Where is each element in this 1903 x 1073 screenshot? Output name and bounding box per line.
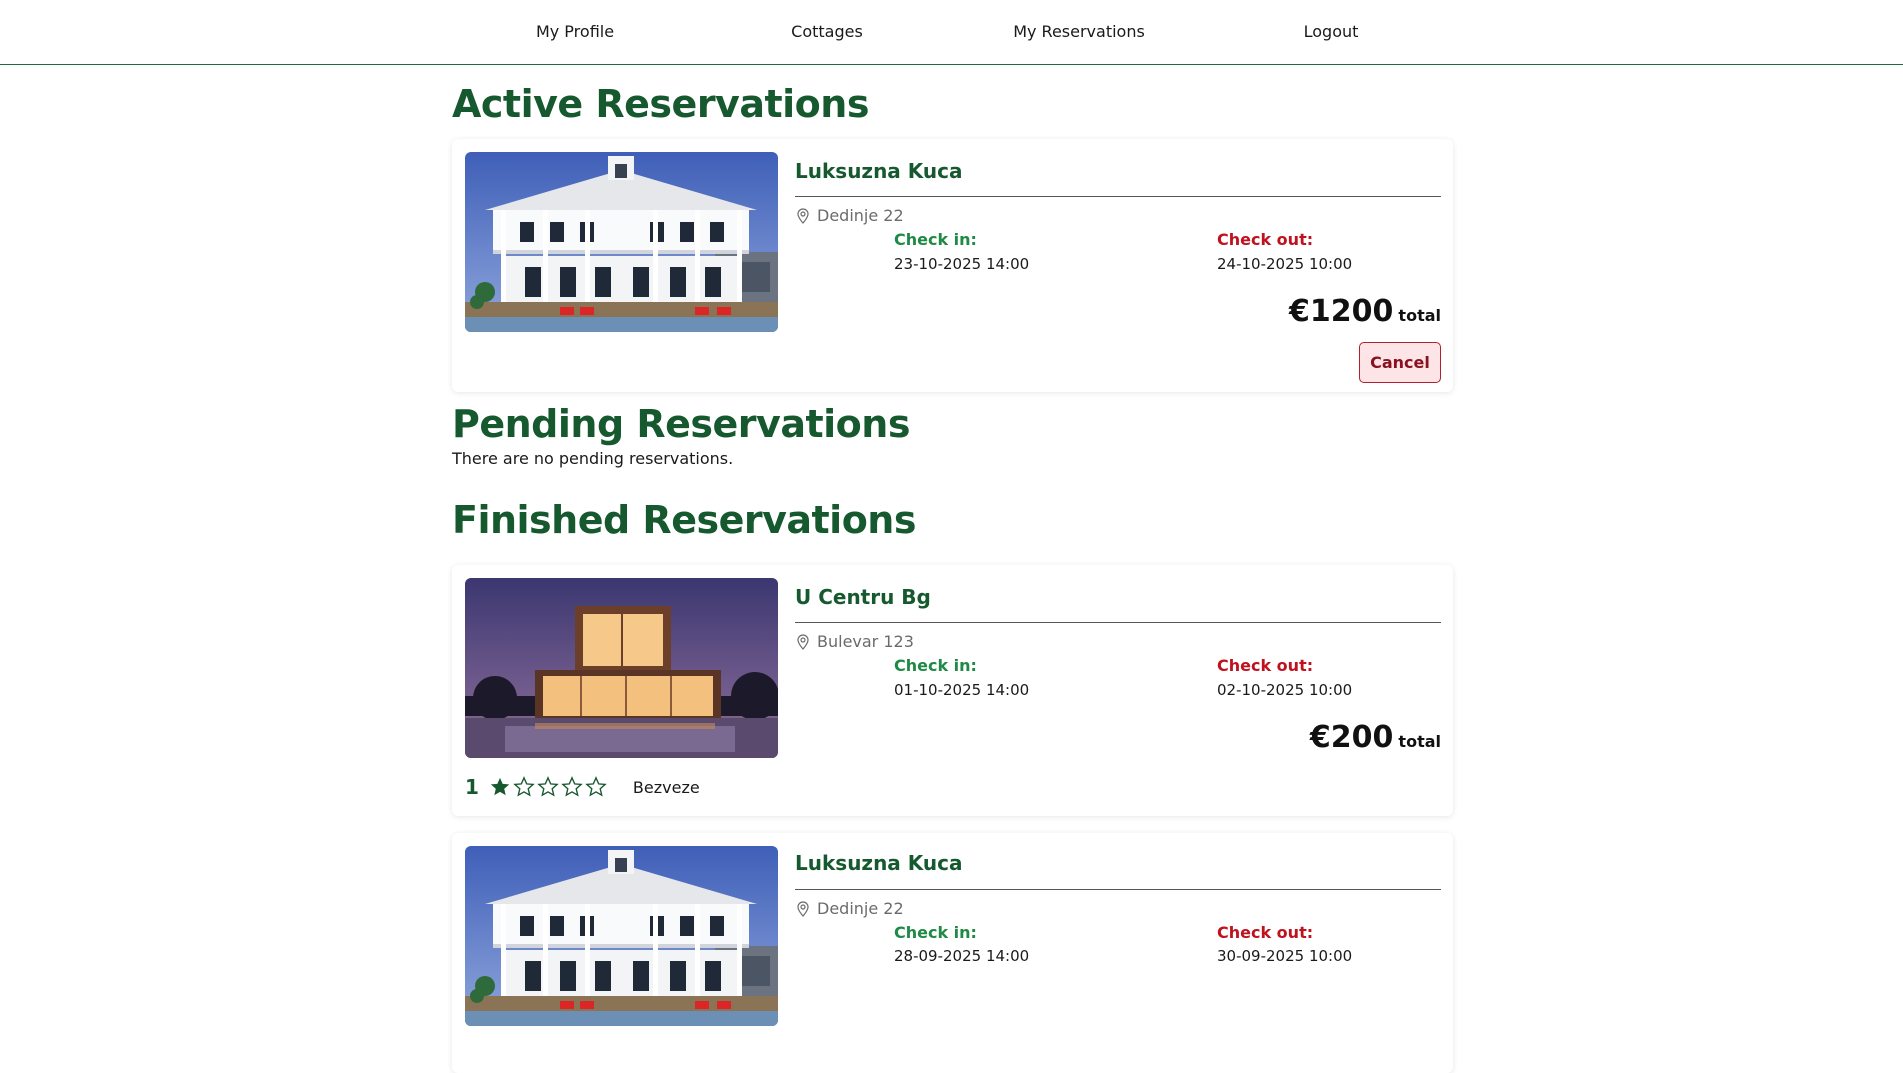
review-comment: Bezveze xyxy=(632,777,700,797)
price-amount: €1200 xyxy=(1289,294,1394,329)
pending-reservations-heading: Pending Reservations xyxy=(452,402,910,446)
cottage-address: Bulevar 123 xyxy=(795,632,914,651)
nav-logout[interactable]: Logout xyxy=(1304,22,1359,41)
review-rating: 1 Bezveze xyxy=(465,775,700,799)
price-suffix: total xyxy=(1398,306,1441,325)
cottage-name[interactable]: Luksuzna Kuca xyxy=(795,159,963,183)
nav-cottages[interactable]: Cottages xyxy=(791,22,863,41)
check-in-label: Check in: xyxy=(894,230,977,249)
finished-reservations-heading: Finished Reservations xyxy=(452,498,916,542)
card-divider xyxy=(795,196,1441,197)
location-pin-icon xyxy=(795,208,811,224)
cottage-address: Dedinje 22 xyxy=(795,206,904,225)
star-empty-icon xyxy=(537,776,559,798)
finished-reservation-card: U Centru Bg Bulevar 123 Check in: 01-10-… xyxy=(452,565,1453,816)
price-suffix: total xyxy=(1398,732,1441,751)
nav-my-profile[interactable]: My Profile xyxy=(536,22,614,41)
location-pin-icon xyxy=(795,901,811,917)
active-reservations-heading: Active Reservations xyxy=(452,82,869,126)
total-price: €200 total xyxy=(1310,720,1441,755)
cancel-reservation-button[interactable]: Cancel xyxy=(1359,342,1441,383)
cottage-address: Dedinje 22 xyxy=(795,899,904,918)
total-price: €1200 total xyxy=(1289,294,1441,329)
star-filled-icon xyxy=(489,776,511,798)
card-divider xyxy=(795,889,1441,890)
pending-empty-message: There are no pending reservations. xyxy=(452,449,734,468)
card-divider xyxy=(795,622,1441,623)
top-navbar: My Profile Cottages My Reservations Logo… xyxy=(0,0,1903,65)
check-out-value: 02-10-2025 10:00 xyxy=(1217,681,1353,699)
check-out-label: Check out: xyxy=(1217,656,1314,675)
check-in-value: 23-10-2025 14:00 xyxy=(894,255,1030,273)
active-reservation-card: Luksuzna Kuca Dedinje 22 Check in: 23-10… xyxy=(452,139,1453,392)
rating-value: 1 xyxy=(465,775,479,799)
address-text: Dedinje 22 xyxy=(817,206,904,225)
cottage-photo xyxy=(465,152,778,332)
nav-my-reservations[interactable]: My Reservations xyxy=(1013,22,1145,41)
star-empty-icon xyxy=(585,776,607,798)
star-empty-icon xyxy=(513,776,535,798)
check-in-label: Check in: xyxy=(894,923,977,942)
address-text: Bulevar 123 xyxy=(817,632,914,651)
check-in-value: 01-10-2025 14:00 xyxy=(894,681,1030,699)
cottage-photo xyxy=(465,846,778,1026)
location-pin-icon xyxy=(795,634,811,650)
star-empty-icon xyxy=(561,776,583,798)
check-out-label: Check out: xyxy=(1217,230,1314,249)
price-amount: €200 xyxy=(1309,720,1394,755)
cottage-name[interactable]: Luksuzna Kuca xyxy=(795,851,963,875)
cottage-name[interactable]: U Centru Bg xyxy=(795,585,931,609)
check-out-value: 24-10-2025 10:00 xyxy=(1217,255,1353,273)
check-out-label: Check out: xyxy=(1217,923,1314,942)
cottage-photo xyxy=(465,578,778,758)
finished-reservation-card: Luksuzna Kuca Dedinje 22 Check in: 28-09… xyxy=(452,833,1453,1073)
address-text: Dedinje 22 xyxy=(817,899,904,918)
check-in-label: Check in: xyxy=(894,656,977,675)
